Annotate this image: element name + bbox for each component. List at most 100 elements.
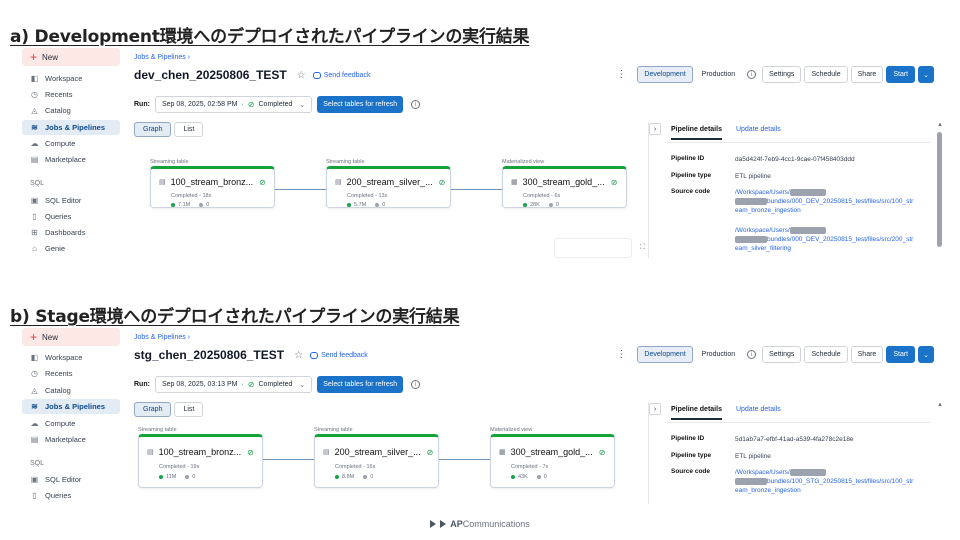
query-icon: ▯ xyxy=(32,212,37,221)
pipeline-node-silver[interactable]: ▤ 200_stream_silver_... ⊘ Completed - 13s … xyxy=(326,166,451,208)
footer-logo: APCommunications xyxy=(0,519,960,529)
development-button[interactable]: Development xyxy=(637,346,693,363)
table-icon: ▤ xyxy=(159,179,166,186)
sidebar-item-marketplace[interactable]: ▤ Marketplace xyxy=(22,152,120,167)
cloud-icon: ☁ xyxy=(30,419,39,428)
scroll-up-icon[interactable]: ▲ xyxy=(937,122,943,128)
node-kind: Streaming table xyxy=(326,159,365,165)
star-icon[interactable]: ☆ xyxy=(294,350,303,361)
chevron-down-icon[interactable]: ⌄ xyxy=(918,346,934,363)
collapse-panel-icon[interactable]: › xyxy=(649,403,661,415)
sidebar: + New ◧ Workspace ◷ Recents ◬ Catalog ≋ Jobs … xyxy=(22,48,126,258)
list-tab[interactable]: List xyxy=(174,402,204,417)
redacted-text xyxy=(789,468,826,476)
sidebar-item-queries[interactable]: ▯ Queries xyxy=(22,488,120,503)
topbar: ⋮ Development Production i Settings Sche… xyxy=(616,66,934,83)
tab-pipeline-details[interactable]: Pipeline details xyxy=(671,406,722,420)
info-icon[interactable]: i xyxy=(747,70,757,79)
pipeline-node-bronze[interactable]: ▤ 100_stream_bronz... ⊘ Completed - 19s 11… xyxy=(138,434,263,488)
sidebar-item-queries[interactable]: ▯ Queries xyxy=(22,209,120,224)
settings-button[interactable]: Settings xyxy=(762,346,802,363)
sidebar-section-sql: SQL xyxy=(30,180,45,187)
sidebar-item-dashboards[interactable]: ⊞ Dashboards xyxy=(22,225,120,240)
new-button[interactable]: + New xyxy=(22,48,120,66)
written-dot-icon xyxy=(523,203,527,207)
sidebar-item-catalog[interactable]: ◬ Catalog xyxy=(22,103,120,118)
sidebar-item-recents[interactable]: ◷ Recents xyxy=(22,87,120,102)
share-button[interactable]: Share xyxy=(850,66,884,83)
select-tables-button[interactable]: Select tables for refresh xyxy=(317,96,404,113)
settings-button[interactable]: Settings xyxy=(762,66,802,83)
sidebar-item-catalog[interactable]: ◬ Catalog xyxy=(22,383,120,398)
pipeline-node-gold[interactable]: ▦ 300_stream_gold_... ⊘ Completed - 6s 28K… xyxy=(502,166,627,208)
sidebar-item-compute[interactable]: ☁ Compute xyxy=(22,136,120,151)
expand-icon[interactable]: ⛶ xyxy=(640,244,645,252)
collapse-panel-icon[interactable]: › xyxy=(649,123,661,135)
store-icon: ▤ xyxy=(30,435,39,444)
info-icon[interactable]: i xyxy=(411,100,421,109)
sidebar-item-marketplace[interactable]: ▤ Marketplace xyxy=(22,432,120,447)
tab-update-details[interactable]: Update details xyxy=(736,126,781,140)
dropped-dot-icon xyxy=(548,203,553,207)
redacted-text xyxy=(789,188,826,196)
source-link[interactable]: /Workspace/Users/bundles/000_DEV_2025081… xyxy=(735,188,915,215)
send-feedback-link[interactable]: Send feedback xyxy=(310,351,368,359)
main-area: Jobs & Pipelines › dev_chen_20250806_TES… xyxy=(134,48,944,258)
workflow-icon: ≋ xyxy=(31,123,38,132)
production-button[interactable]: Production xyxy=(695,346,742,363)
page-title: stg_chen_20250806_TEST ☆ Send feedback xyxy=(134,348,368,362)
list-tab[interactable]: List xyxy=(174,122,204,137)
tab-pipeline-details[interactable]: Pipeline details xyxy=(671,126,722,140)
tab-update-details[interactable]: Update details xyxy=(736,406,781,420)
chevron-down-icon[interactable]: ⌄ xyxy=(918,66,934,83)
run-selector[interactable]: Sep 08, 2025, 02:58 PM · ⊘ Completed ⌄ xyxy=(154,96,313,113)
pipeline-graph: Streaming table Streaming table Material… xyxy=(134,146,654,258)
clock-icon: ◷ xyxy=(31,369,38,378)
clock-icon: ◷ xyxy=(31,90,38,99)
start-button[interactable]: Start xyxy=(886,66,916,83)
run-selector[interactable]: Sep 08, 2025, 03:13 PM · ⊘ Completed ⌄ xyxy=(154,376,313,393)
check-circle-icon: ⊘ xyxy=(610,177,618,187)
sidebar-item-workspace[interactable]: ◧ Workspace xyxy=(22,350,120,365)
sidebar-item-sql-editor[interactable]: ▣ SQL Editor xyxy=(22,472,120,487)
kebab-menu-icon[interactable]: ⋮ xyxy=(616,69,626,80)
dropped-dot-icon xyxy=(536,475,541,479)
sidebar-item-jobs-pipelines[interactable]: ≋ Jobs & Pipelines xyxy=(22,120,120,135)
sidebar-item-jobs-pipelines[interactable]: ≋ Jobs & Pipelines xyxy=(22,399,120,414)
graph-minimap[interactable] xyxy=(554,238,632,258)
dropped-dot-icon xyxy=(199,203,204,207)
breadcrumb[interactable]: Jobs & Pipelines › xyxy=(134,54,190,61)
sidebar-item-genie[interactable]: ⌂ Genie xyxy=(22,241,120,256)
info-icon[interactable]: i xyxy=(747,350,757,359)
scroll-up-icon[interactable]: ▲ xyxy=(937,402,943,408)
schedule-button[interactable]: Schedule xyxy=(804,346,848,363)
sidebar-item-sql-editor[interactable]: ▣ SQL Editor xyxy=(22,193,120,208)
source-link[interactable]: /Workspace/Users/bundles/000_DEV_2025081… xyxy=(735,226,915,253)
graph-tab[interactable]: Graph xyxy=(134,122,172,137)
select-tables-button[interactable]: Select tables for refresh xyxy=(317,376,404,393)
share-button[interactable]: Share xyxy=(850,346,884,363)
catalog-icon: ◬ xyxy=(31,386,38,395)
kebab-menu-icon[interactable]: ⋮ xyxy=(616,349,626,360)
query-icon: ▯ xyxy=(32,491,37,500)
sidebar-item-recents[interactable]: ◷ Recents xyxy=(22,366,120,381)
breadcrumb[interactable]: Jobs & Pipelines › xyxy=(134,334,190,341)
sidebar-item-workspace[interactable]: ◧ Workspace xyxy=(22,71,120,86)
start-button[interactable]: Start xyxy=(886,346,916,363)
pipeline-node-bronze[interactable]: ▤ 100_stream_bronz... ⊘ Completed - 18s 7.… xyxy=(150,166,275,208)
source-link[interactable]: /Workspace/Users/bundles/100_STG_2025081… xyxy=(735,468,915,495)
plus-icon: + xyxy=(30,330,38,344)
pipeline-node-gold[interactable]: ▦ 300_stream_gold_... ⊘ Completed - 7s 43K… xyxy=(490,434,615,488)
scrollbar[interactable] xyxy=(937,132,942,247)
editor-icon: ▣ xyxy=(30,196,39,205)
graph-tab[interactable]: Graph xyxy=(134,402,172,417)
pipeline-node-silver[interactable]: ▤ 200_stream_silver_... ⊘ Completed - 16s … xyxy=(314,434,439,488)
star-icon[interactable]: ☆ xyxy=(297,70,306,81)
development-button[interactable]: Development xyxy=(637,66,693,83)
info-icon[interactable]: i xyxy=(411,380,421,389)
schedule-button[interactable]: Schedule xyxy=(804,66,848,83)
sidebar-item-compute[interactable]: ☁ Compute xyxy=(22,416,120,431)
new-button[interactable]: + New xyxy=(22,328,120,346)
production-button[interactable]: Production xyxy=(695,66,742,83)
send-feedback-link[interactable]: Send feedback xyxy=(312,71,370,79)
